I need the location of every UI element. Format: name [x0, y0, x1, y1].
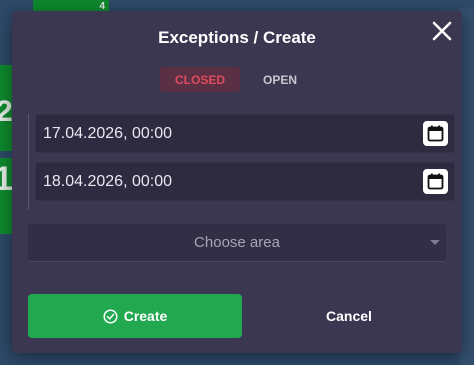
tab-open[interactable]: OPEN	[244, 67, 316, 92]
create-button[interactable]: Create	[28, 294, 242, 338]
status-tabs: CLOSED OPEN	[160, 67, 316, 92]
modal-title: Exceptions / Create	[158, 28, 316, 47]
area-select-placeholder: Choose area	[194, 234, 280, 251]
chevron-down-icon	[430, 240, 440, 245]
date-range-group: 17.04.2026, 00:00 18.04.2026, 00:00	[28, 114, 455, 210]
calendar-icon	[427, 173, 444, 190]
area-select[interactable]: Choose area	[28, 224, 446, 262]
cancel-button-label: Cancel	[326, 308, 372, 324]
end-date-calendar-button[interactable]	[423, 169, 448, 194]
close-icon	[432, 21, 452, 41]
background-right-panel	[460, 8, 474, 365]
tab-closed[interactable]: CLOSED	[160, 67, 240, 92]
cancel-button[interactable]: Cancel	[242, 294, 456, 338]
background-tile-left-1: 2	[0, 65, 12, 151]
create-button-label: Create	[123, 308, 168, 324]
end-date-value: 18.04.2026, 00:00	[43, 172, 173, 190]
start-date-field[interactable]: 17.04.2026, 00:00	[35, 114, 455, 153]
end-date-field[interactable]: 18.04.2026, 00:00	[35, 162, 455, 201]
calendar-icon	[427, 125, 444, 142]
exception-create-modal: Exceptions / Create CLOSED OPEN 17.04.20…	[12, 11, 462, 353]
background-tile-left-2-label: 1	[0, 160, 12, 198]
close-button[interactable]	[430, 19, 454, 43]
start-date-calendar-button[interactable]	[423, 121, 448, 146]
background-tile-top-label: 4	[99, 0, 105, 12]
check-circle-icon	[103, 308, 118, 324]
background-tile-left-1-label: 2	[0, 95, 12, 128]
background-tile-left-2: 1	[0, 158, 12, 234]
start-date-value: 17.04.2026, 00:00	[43, 124, 173, 142]
